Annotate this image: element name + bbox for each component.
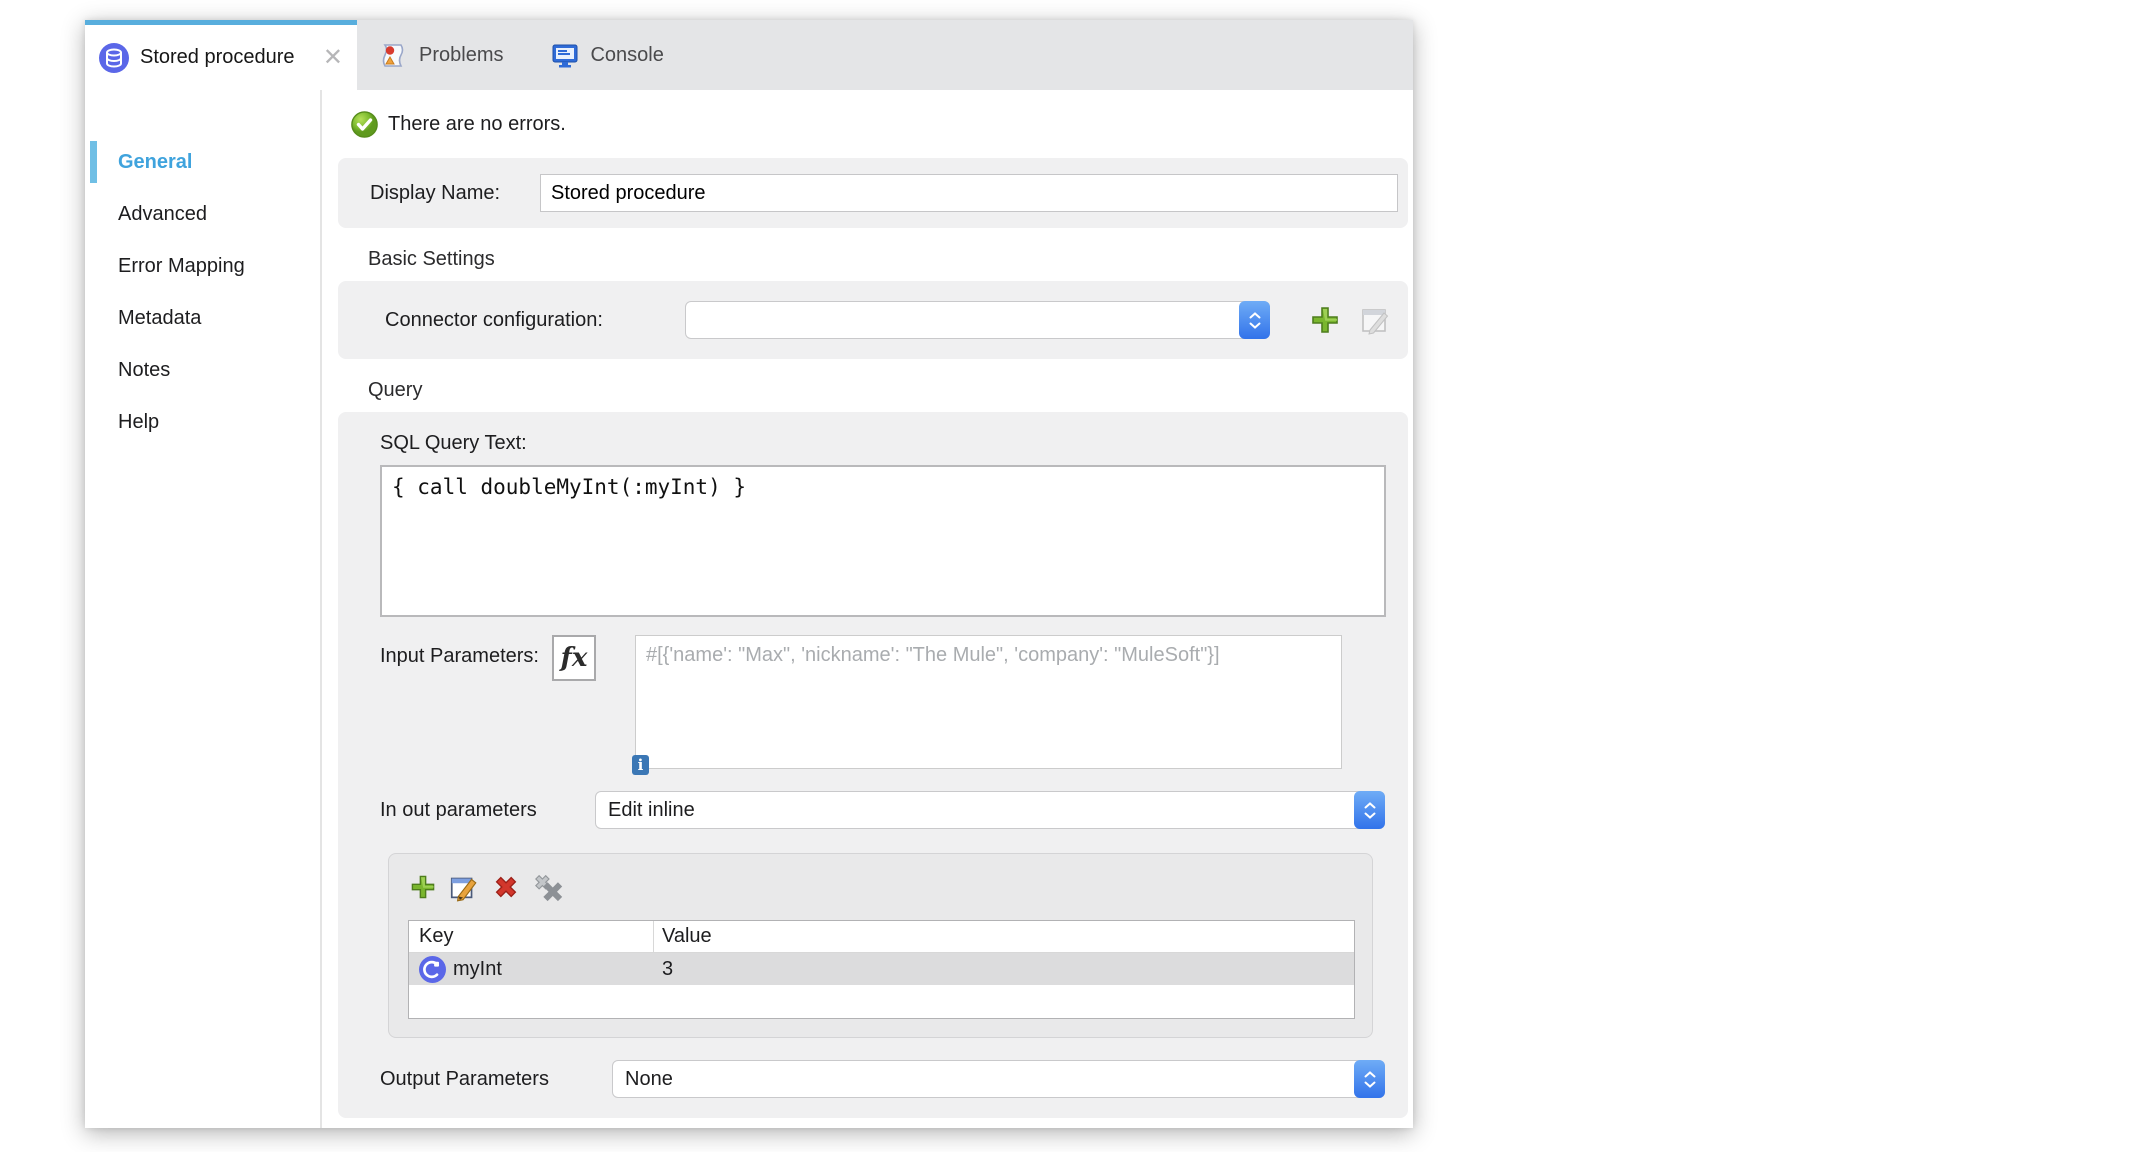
add-connector-config-icon[interactable] <box>1308 303 1342 337</box>
tab-label: Stored procedure <box>140 46 295 68</box>
tab-problems[interactable]: Problems <box>357 20 527 90</box>
column-header-value: Value <box>662 925 712 947</box>
output-parameters-row: Output Parameters None <box>380 1060 1386 1098</box>
tab-label: Console <box>590 43 664 66</box>
sidebar-item-metadata[interactable]: Metadata <box>85 292 320 344</box>
combo-spinner-icon[interactable] <box>1239 301 1270 339</box>
combo-spinner-icon[interactable] <box>1354 1060 1385 1098</box>
column-header-key: Key <box>409 921 654 952</box>
delete-all-rows-icon[interactable] <box>532 871 566 903</box>
parameter-icon <box>419 955 446 983</box>
connector-configuration-select[interactable] <box>685 301 1270 339</box>
edit-row-icon[interactable] <box>448 871 480 903</box>
input-parameters-label: Input Parameters: <box>380 645 539 667</box>
output-parameters-select[interactable]: None <box>612 1060 1385 1098</box>
properties-sidebar: General Advanced Error Mapping Metadata … <box>85 90 322 1128</box>
query-heading: Query <box>368 379 423 401</box>
output-parameters-value: None <box>625 1067 673 1090</box>
inout-parameters-row: In out parameters Edit inline <box>380 791 1386 829</box>
input-parameters-input[interactable] <box>635 635 1342 769</box>
display-name-group: Display Name: <box>338 158 1408 228</box>
tab-bar: Stored procedure ✕ Problems Console <box>85 20 1413 90</box>
problems-icon <box>382 43 404 67</box>
query-group: SQL Query Text: { call doubleMyInt(:myIn… <box>338 412 1408 1118</box>
inout-parameters-editor: Key Value myInt 3 <box>388 853 1373 1038</box>
table-header-row: Key Value <box>409 921 1354 953</box>
display-name-label: Display Name: <box>370 181 501 204</box>
output-parameters-label: Output Parameters <box>380 1067 549 1090</box>
sidebar-item-help[interactable]: Help <box>85 396 320 448</box>
validation-status: There are no errors. <box>338 90 1408 158</box>
inout-parameters-label: In out parameters <box>380 798 537 821</box>
table-empty-row[interactable] <box>409 985 1354 1018</box>
tab-stored-procedure[interactable]: Stored procedure ✕ <box>85 20 357 90</box>
basic-settings-heading: Basic Settings <box>368 248 495 270</box>
sidebar-item-general[interactable]: General <box>85 136 320 188</box>
row-value: 3 <box>662 957 674 980</box>
inout-parameters-value: Edit inline <box>608 798 695 821</box>
input-parameters-row: Input Parameters: fx i <box>380 635 1386 775</box>
sql-query-text-label: SQL Query Text: <box>380 432 527 454</box>
tab-console[interactable]: Console <box>527 20 687 90</box>
success-check-icon <box>351 110 378 138</box>
inout-parameters-table: Key Value myInt 3 <box>408 920 1355 1019</box>
row-key: myInt <box>453 957 502 980</box>
properties-window: Stored procedure ✕ Problems Console Gene… <box>85 20 1413 1128</box>
sidebar-item-advanced[interactable]: Advanced <box>85 188 320 240</box>
sidebar-item-error-mapping[interactable]: Error Mapping <box>85 240 320 292</box>
sql-query-text-input[interactable]: { call doubleMyInt(:myInt) } <box>380 465 1386 617</box>
tab-label: Problems <box>419 43 504 66</box>
table-row[interactable]: myInt 3 <box>409 953 1354 985</box>
sidebar-item-notes[interactable]: Notes <box>85 344 320 396</box>
general-tab-content: There are no errors. Display Name: Basic… <box>322 90 1413 1128</box>
status-message: There are no errors. <box>388 112 566 135</box>
database-icon <box>99 42 129 73</box>
basic-settings-group: Connector configuration: <box>338 281 1408 359</box>
console-icon <box>552 44 578 67</box>
delete-row-icon[interactable] <box>490 871 522 903</box>
close-icon[interactable]: ✕ <box>323 45 343 70</box>
connector-configuration-label: Connector configuration: <box>385 308 603 331</box>
edit-connector-config-icon[interactable] <box>1358 303 1392 337</box>
display-name-input[interactable] <box>540 174 1398 212</box>
info-icon[interactable]: i <box>632 755 649 775</box>
table-toolbar <box>408 868 1353 906</box>
combo-spinner-icon[interactable] <box>1354 791 1385 829</box>
inout-parameters-select[interactable]: Edit inline <box>595 791 1385 829</box>
add-row-icon[interactable] <box>408 872 438 902</box>
expression-fx-button[interactable]: fx <box>552 635 596 681</box>
